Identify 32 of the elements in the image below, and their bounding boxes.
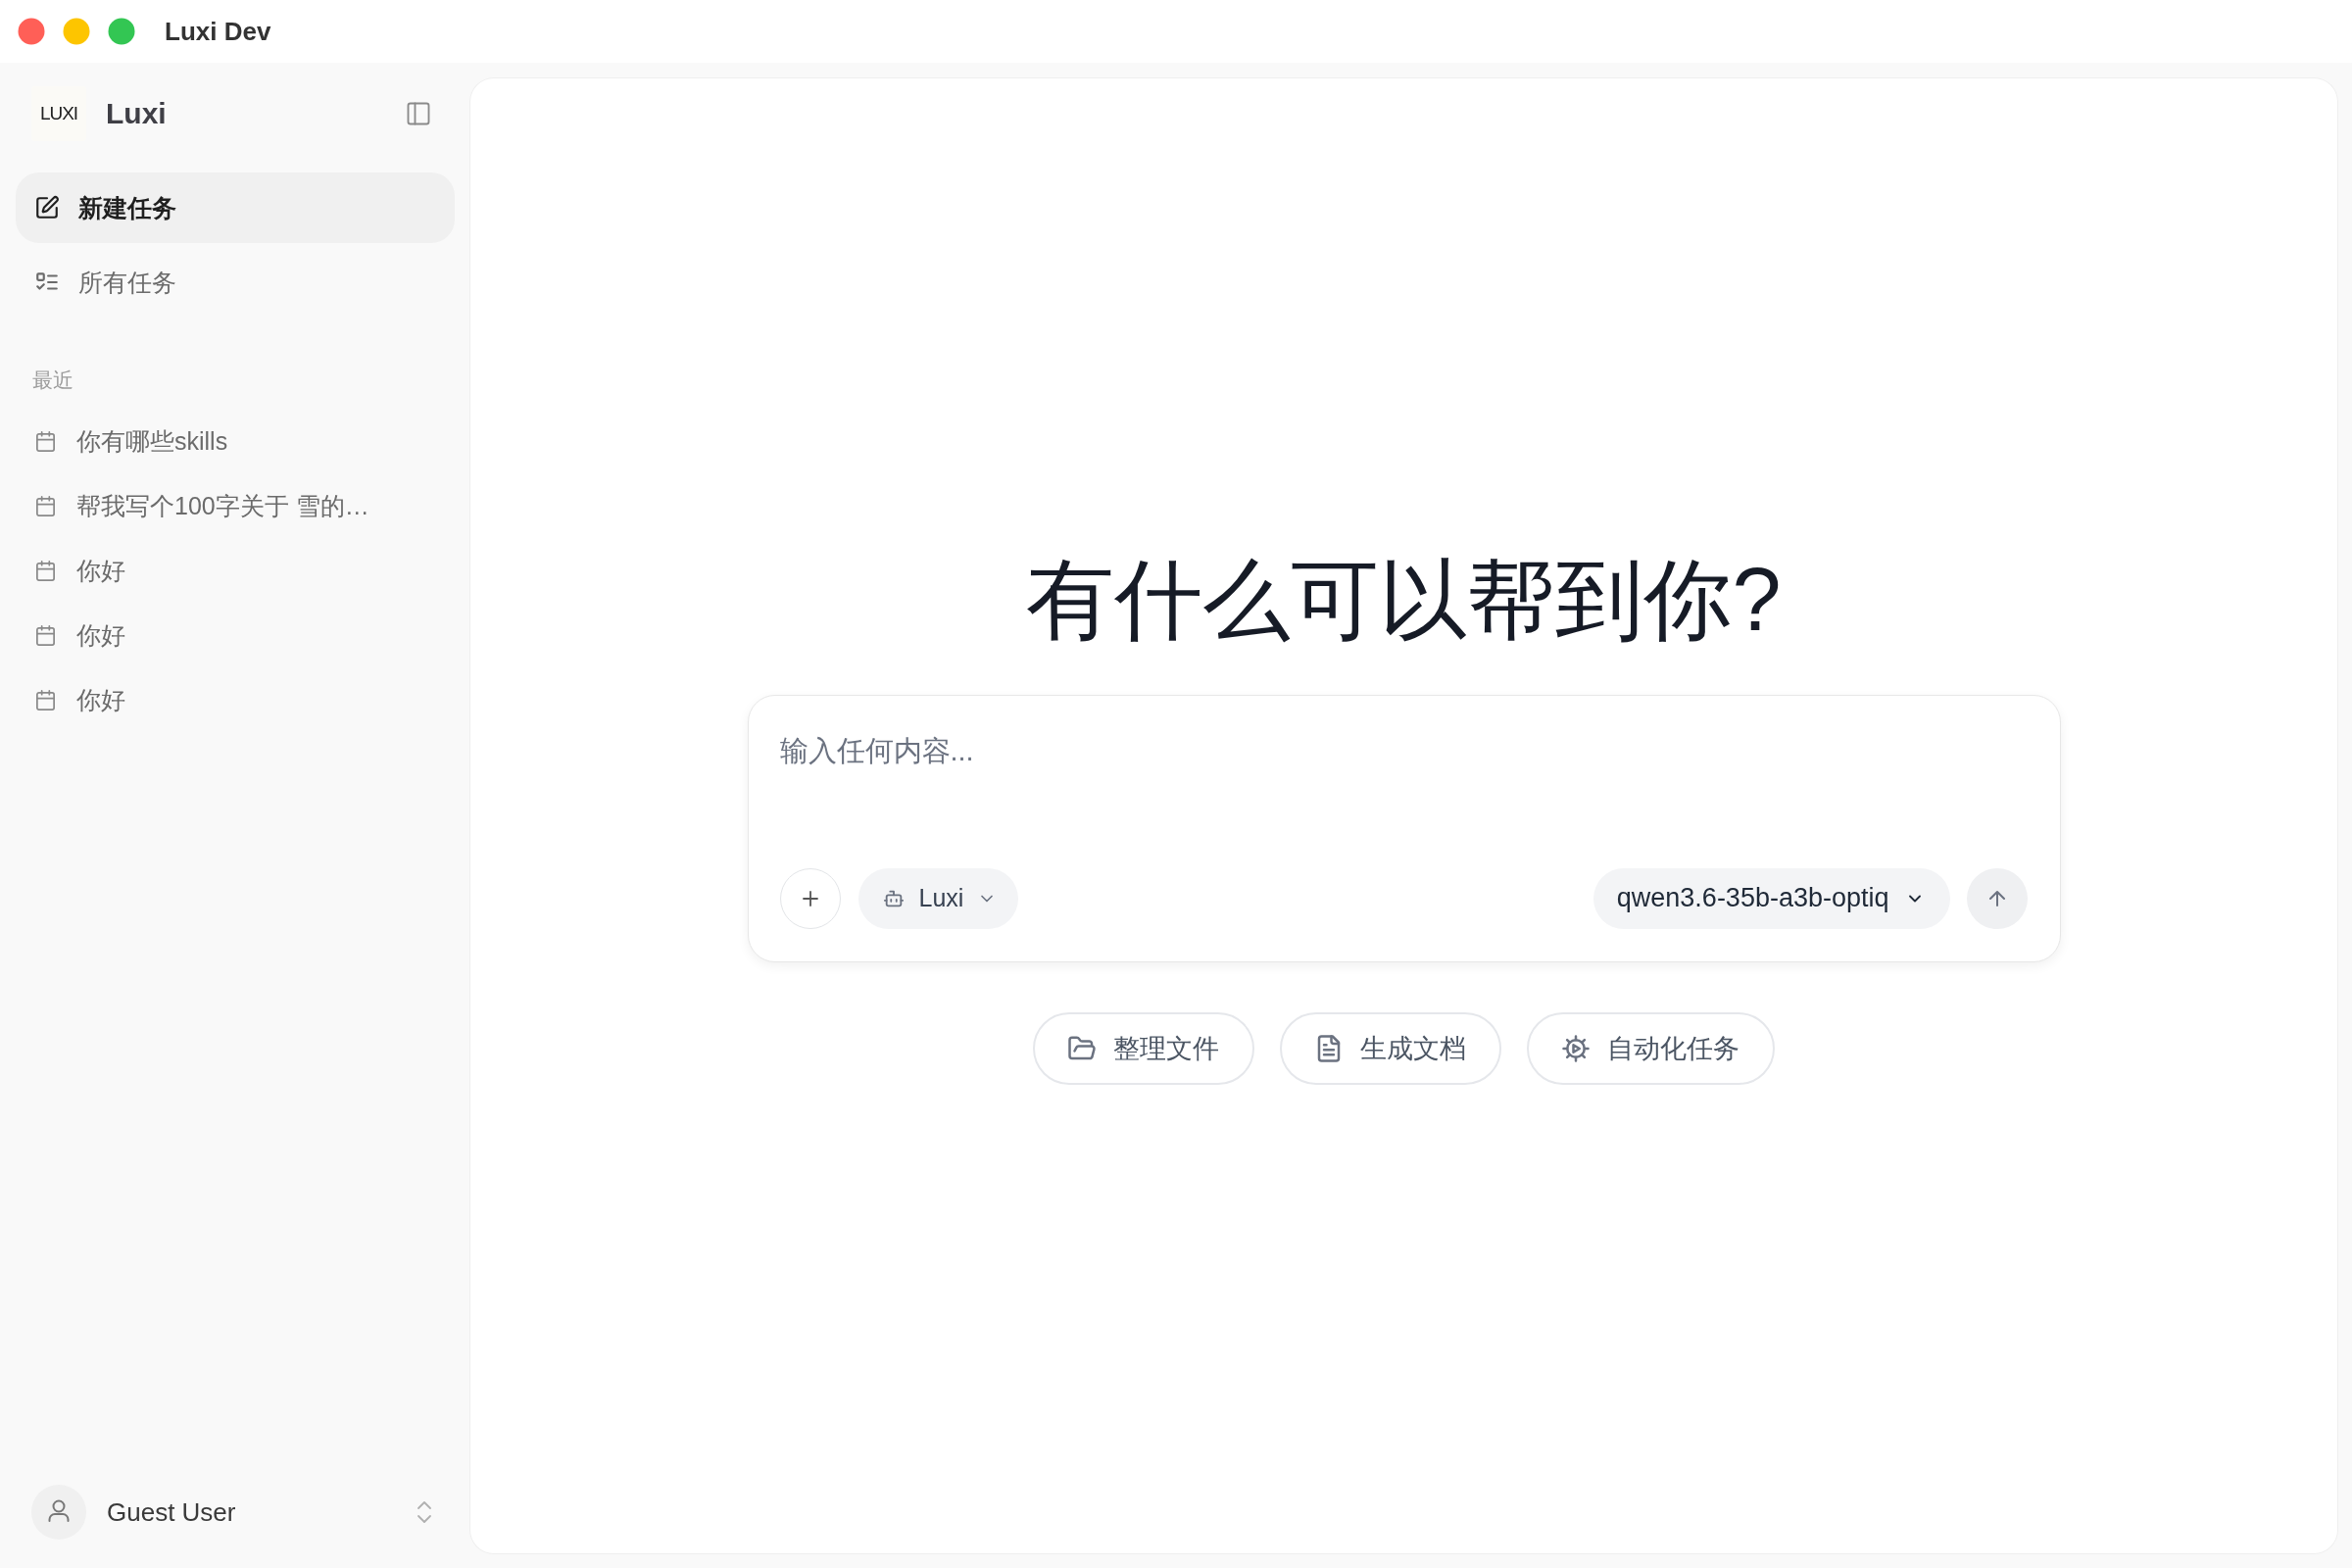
composer-card[interactable]: 输入任何内容... Luxi qwen3.6-35b-a3b-optiq — [747, 694, 2061, 962]
welcome-heading: 有什么可以帮到你? — [1026, 549, 1782, 651]
calendar-icon — [34, 559, 57, 582]
calendar-icon — [34, 623, 57, 647]
recent-task-item[interactable]: 你好 — [16, 538, 455, 603]
chevron-up-down-icon — [416, 1498, 432, 1526]
account-menu[interactable]: Guest User — [16, 1485, 455, 1540]
sidebar-toggle-icon[interactable] — [405, 100, 432, 127]
calendar-icon — [34, 688, 57, 711]
recent-task-item[interactable]: 帮我写个100字关于 雪的… — [16, 473, 455, 538]
suggestion-chip[interactable]: 自动化任务 — [1527, 1011, 1775, 1085]
recent-task-item[interactable]: 你有哪些skills — [16, 409, 455, 473]
recent-task-item[interactable]: 你好 — [16, 667, 455, 732]
zoom-window-icon[interactable] — [108, 18, 135, 45]
section-heading: 最近 — [31, 368, 74, 393]
nav-item[interactable]: 所有任务 — [16, 247, 455, 318]
edit-icon — [34, 195, 60, 220]
window-title: Luxi Dev — [165, 16, 271, 47]
suggestion-chip[interactable]: 整理文件 — [1033, 1011, 1254, 1085]
nav-item[interactable]: 新建任务 — [16, 172, 455, 243]
model-selector[interactable]: qwen3.6-35b-a3b-optiq — [1592, 867, 1950, 929]
suggestion-chip[interactable]: 生成文档 — [1280, 1011, 1501, 1085]
minimize-window-icon[interactable] — [63, 18, 90, 45]
calendar-icon — [34, 429, 57, 453]
message-input[interactable]: 输入任何内容... — [779, 724, 2028, 868]
agent-selector[interactable]: Luxi — [858, 867, 1019, 929]
calendar-icon — [34, 494, 57, 517]
close-window-icon[interactable] — [18, 18, 45, 45]
app-name: Luxi — [106, 97, 168, 130]
user-avatar-icon — [31, 1485, 86, 1540]
recent-task-item[interactable]: 你好 — [16, 603, 455, 667]
gear-icon — [1561, 1033, 1591, 1063]
